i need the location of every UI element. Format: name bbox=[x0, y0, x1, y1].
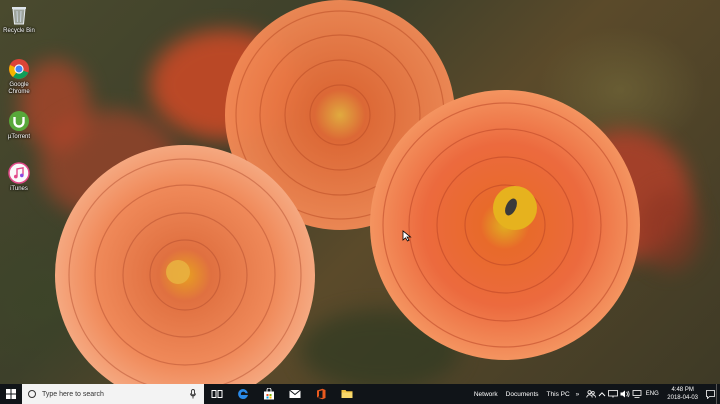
toolbar-overflow-chevron[interactable]: » bbox=[574, 391, 586, 398]
task-view-button[interactable] bbox=[204, 384, 230, 404]
mail-taskbar-button[interactable] bbox=[282, 384, 308, 404]
utorrent-icon bbox=[8, 110, 30, 132]
office-taskbar-button[interactable] bbox=[308, 384, 334, 404]
show-hidden-icons-chevron-up-icon[interactable] bbox=[597, 384, 607, 404]
windows-logo-icon bbox=[6, 389, 16, 399]
clock[interactable]: 4:48 PM 2018-04-03 bbox=[661, 386, 704, 402]
file-explorer-icon bbox=[341, 390, 353, 398]
microphone-icon[interactable] bbox=[188, 387, 198, 401]
desktop-icon-google-chrome[interactable]: Google Chrome bbox=[0, 58, 38, 96]
taskbar-search-box[interactable]: Type here to search bbox=[22, 384, 204, 404]
toolbar-this-pc[interactable]: This PC bbox=[543, 391, 574, 398]
people-icon[interactable] bbox=[585, 384, 597, 404]
itunes-icon bbox=[8, 162, 30, 184]
recycle-bin-icon bbox=[8, 4, 30, 26]
desktop-icon-label: iTunes bbox=[10, 186, 28, 192]
show-desktop-button[interactable] bbox=[716, 384, 720, 404]
toolbar-documents[interactable]: Documents bbox=[502, 391, 543, 398]
chrysanthemum-flowers-image bbox=[55, 0, 640, 384]
file-explorer-taskbar-button[interactable] bbox=[334, 384, 360, 404]
edge-icon bbox=[238, 389, 248, 399]
volume-icon[interactable] bbox=[619, 384, 631, 404]
mail-icon bbox=[289, 389, 301, 398]
desktop-icon-label: Google Chrome bbox=[8, 82, 30, 95]
store-icon bbox=[264, 388, 274, 400]
start-button[interactable] bbox=[0, 384, 22, 404]
desktop-wallpaper bbox=[0, 0, 720, 384]
action-center-icon[interactable] bbox=[704, 384, 716, 404]
clock-time: 4:48 PM bbox=[671, 387, 694, 393]
taskbar: Type here to search Network Documents Th… bbox=[0, 384, 720, 404]
store-taskbar-button[interactable] bbox=[256, 384, 282, 404]
display-tray-icon[interactable] bbox=[607, 384, 619, 404]
desktop-icon-utorrent[interactable]: µTorrent bbox=[0, 110, 38, 141]
clock-date: 2018-04-03 bbox=[667, 395, 698, 401]
desktop-icon-label: µTorrent bbox=[7, 134, 31, 140]
toolbar-network[interactable]: Network bbox=[470, 391, 502, 398]
task-view-icon bbox=[211, 390, 223, 398]
mouse-pointer-icon bbox=[402, 229, 412, 247]
cortana-circle-icon bbox=[28, 390, 36, 398]
chrome-icon bbox=[8, 58, 30, 80]
desktop-icon-label: Recycle Bin bbox=[3, 28, 35, 34]
office-icon bbox=[317, 388, 326, 400]
input-language-indicator[interactable]: ENG bbox=[643, 384, 661, 404]
desktop-icon-itunes[interactable]: iTunes bbox=[0, 162, 38, 193]
edge-taskbar-button[interactable] bbox=[230, 384, 256, 404]
desktop-icon-recycle-bin[interactable]: Recycle Bin bbox=[0, 4, 38, 35]
search-placeholder: Type here to search bbox=[42, 390, 104, 398]
network-tray-icon[interactable] bbox=[631, 384, 643, 404]
